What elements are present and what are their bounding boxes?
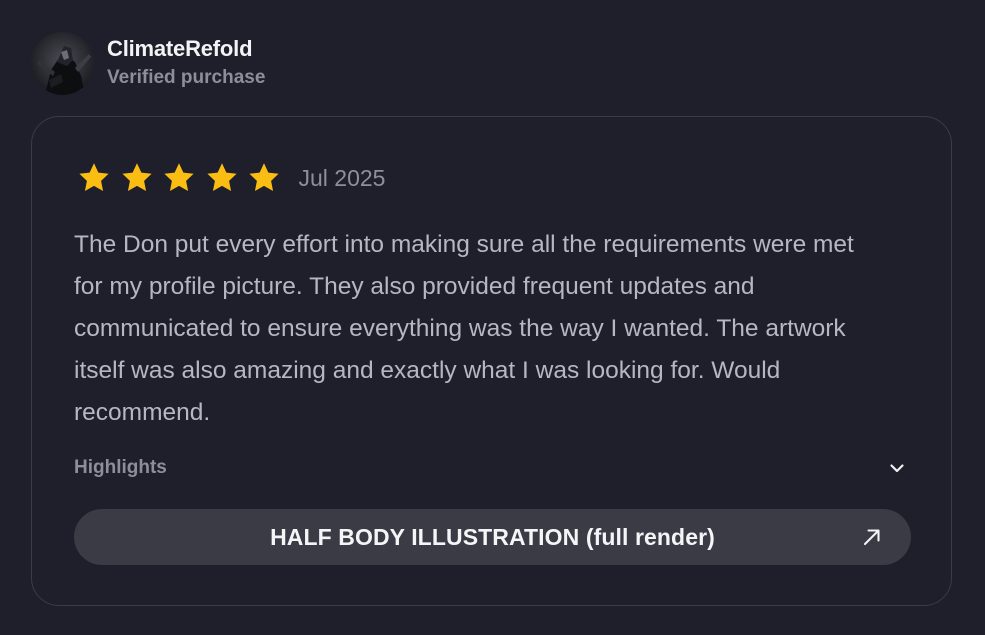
star-icon xyxy=(164,163,194,192)
reviewer-avatar-image xyxy=(31,32,94,95)
avatar[interactable] xyxy=(31,32,94,95)
star-icon xyxy=(121,163,152,192)
star-rating xyxy=(77,161,290,195)
chevron-down-icon[interactable] xyxy=(888,459,906,477)
star-icon xyxy=(249,163,279,192)
reviewer-info: ClimateRefold Verified purchase xyxy=(107,34,265,92)
reviewer-header: ClimateRefold Verified purchase xyxy=(31,32,265,95)
star-icon xyxy=(79,163,109,192)
highlights-toggle[interactable]: Highlights xyxy=(74,453,910,483)
service-link-button[interactable]: HALF BODY ILLUSTRATION (full render) xyxy=(74,509,911,565)
review-date: Jul 2025 xyxy=(298,165,386,191)
service-label: HALF BODY ILLUSTRATION (full render) xyxy=(270,523,715,550)
arrow-up-right-icon xyxy=(863,529,880,546)
highlights-label: Highlights xyxy=(74,457,167,478)
reviewer-name[interactable]: ClimateRefold xyxy=(107,34,265,64)
review-text: The Don put every effort into making sur… xyxy=(74,231,854,426)
verified-purchase-label: Verified purchase xyxy=(107,66,266,88)
rating-row: Jul 2025 xyxy=(77,161,385,195)
star-icon xyxy=(206,163,237,192)
review-card: Jul 2025 The Don put every effort into m… xyxy=(31,116,952,606)
